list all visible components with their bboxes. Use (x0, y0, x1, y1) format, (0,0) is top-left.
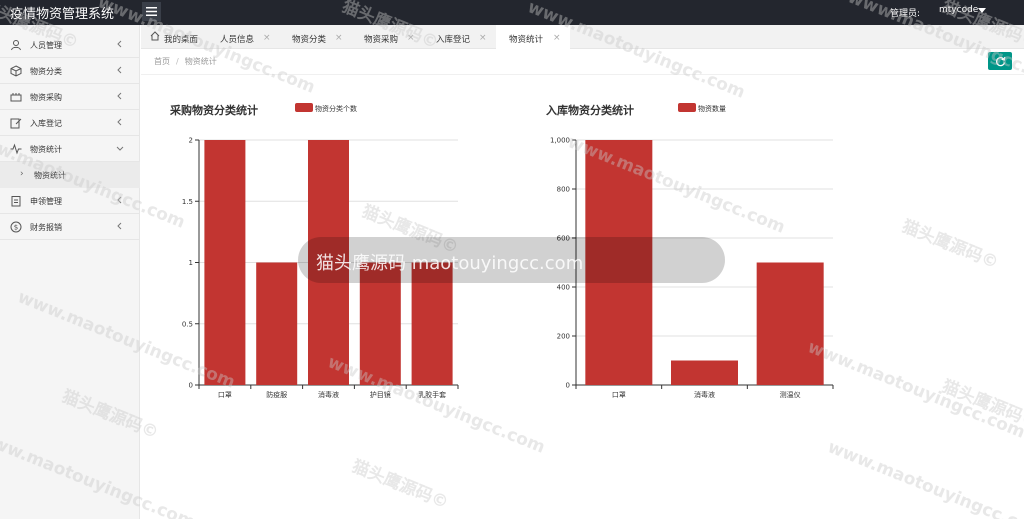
x-tick-label: 口罩 (218, 391, 232, 399)
x-tick-label: 消毒液 (694, 390, 715, 399)
x-tick-label: 消毒液 (318, 390, 339, 399)
bar (256, 262, 298, 385)
y-tick-label: 1.5 (182, 198, 193, 206)
y-tick-label: 1 (189, 259, 193, 267)
bar (204, 140, 246, 385)
y-tick-label: 2 (189, 137, 193, 145)
bar (671, 360, 738, 385)
x-tick-label: 测温仪 (780, 390, 801, 399)
x-tick-label: 护目镜 (370, 390, 391, 399)
y-tick-label: 0 (566, 382, 570, 390)
y-tick-label: 0.5 (182, 320, 193, 328)
toast-text: 猫头鹰源码 maotouyingcc.com (316, 253, 584, 274)
bar (756, 262, 824, 385)
x-tick-label: 乳胶手套 (418, 390, 446, 399)
toast-overlay: 猫头鹰源码 maotouyingcc.com (298, 237, 725, 283)
y-tick-label: 400 (557, 284, 570, 292)
y-tick-label: 200 (557, 333, 570, 341)
y-tick-label: 800 (557, 186, 570, 194)
y-tick-label: 0 (189, 382, 193, 390)
y-tick-label: 1,000 (550, 137, 570, 145)
x-tick-label: 口罩 (612, 391, 626, 399)
x-tick-label: 防疫服 (266, 390, 287, 399)
